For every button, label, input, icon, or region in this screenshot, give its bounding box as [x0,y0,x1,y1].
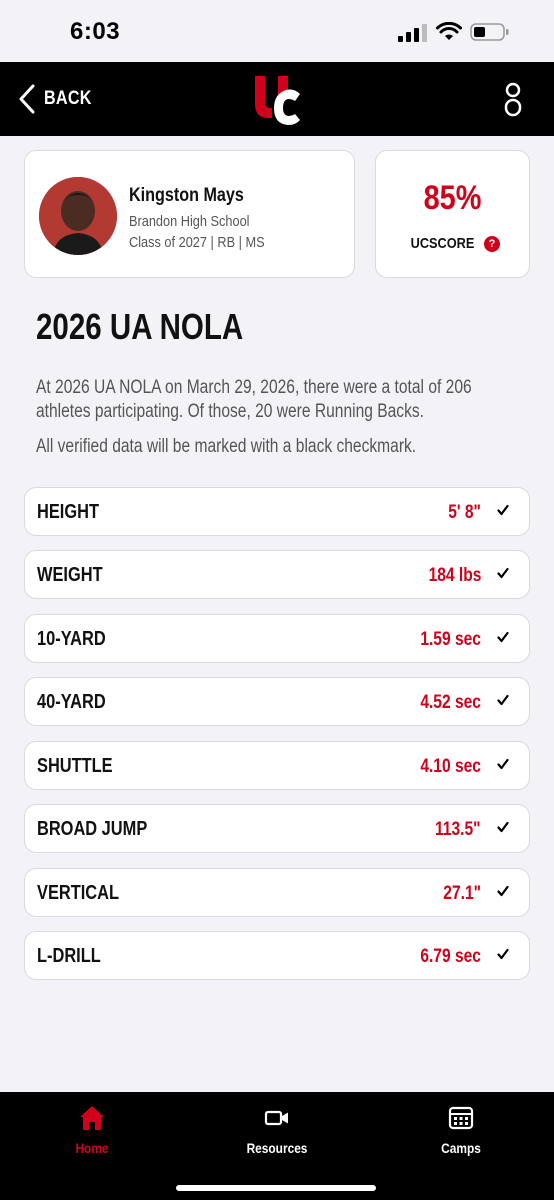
athlete-school: Brandon High School [129,213,250,230]
checkmark-icon [497,504,509,516]
wifi-icon [436,22,462,40]
metric-value: 4.10 sec [420,756,481,777]
nav-item-home[interactable]: Home [37,1104,147,1156]
calendar-icon [448,1106,474,1130]
metric-row-weight[interactable]: WEIGHT 184 lbs [24,550,530,599]
metric-row-vertical[interactable]: VERTICAL 27.1" [24,868,530,917]
metric-value: 184 lbs [428,565,481,586]
verified-note: All verified data will be marked with a … [36,436,417,457]
athlete-info: Kingston Mays Brandon High School Class … [129,185,289,251]
metric-row-shuttle[interactable]: SHUTTLE 4.10 sec [24,741,530,790]
nav-label-resources: Resources [246,1140,308,1156]
checkmark-icon [497,758,509,770]
metric-label: 10-YARD [37,628,106,650]
status-bar: 6:03 [0,0,554,62]
athlete-avatar [39,177,117,255]
back-label: BACK [44,88,92,109]
status-time: 6:03 [70,18,121,45]
event-description: At 2026 UA NOLA on March 29, 2026, there… [36,377,472,422]
athlete-class-details: Class of 2027 | RB | MS [129,234,265,251]
checkmark-icon [497,948,509,960]
metric-row-height[interactable]: HEIGHT 5' 8" [24,487,530,536]
metric-label: L-DRILL [37,945,101,967]
nav-label-camps: Camps [441,1140,481,1156]
ucscore-label: UCSCORE [410,235,475,252]
nav-item-resources[interactable]: Resources [222,1104,332,1156]
ucscore-value: 85% [423,179,482,217]
home-indicator[interactable] [176,1185,376,1191]
metric-label: BROAD JUMP [37,818,148,840]
athlete-name: Kingston Mays [129,185,244,206]
nav-item-camps[interactable]: Camps [406,1104,516,1156]
cellular-signal-icon [398,24,428,42]
checkmark-icon [497,821,509,833]
athlete-profile-card: Kingston Mays Brandon High School Class … [24,150,355,278]
event-title: 2026 UA NOLA [36,306,244,347]
metric-value: 113.5" [435,819,481,840]
chevron-left-icon [19,84,35,114]
bottom-nav: Home Resources Camps [0,1092,554,1200]
ucscore-card: 85% UCSCORE ? [375,150,530,278]
metric-row-broad-jump[interactable]: BROAD JUMP 113.5" [24,804,530,853]
metric-value: 27.1" [443,883,481,904]
app-header: BACK [0,62,554,136]
battery-icon [470,23,509,41]
checkmark-icon [497,567,509,579]
metric-value: 4.52 sec [420,692,481,713]
checkmark-icon [497,885,509,897]
home-icon [80,1106,104,1130]
metric-row-l-drill[interactable]: L-DRILL 6.79 sec [24,931,530,980]
video-icon [264,1110,288,1126]
metric-value: 1.59 sec [420,629,481,650]
metric-value: 6.79 sec [420,946,481,967]
back-button[interactable]: BACK [18,82,100,116]
user-icon[interactable] [500,80,526,118]
checkmark-icon [497,631,509,643]
metric-value: 5' 8" [448,502,481,523]
metric-label: VERTICAL [37,882,119,904]
nav-label-home: Home [75,1140,109,1156]
checkmark-icon [497,694,509,706]
ucscore-label-row: UCSCORE ? [376,235,529,252]
metric-label: HEIGHT [37,501,99,523]
metric-row-10-yard[interactable]: 10-YARD 1.59 sec [24,614,530,663]
uc-logo-icon [255,76,300,125]
metric-label: SHUTTLE [37,755,113,777]
help-icon[interactable]: ? [484,235,500,252]
metric-label: 40-YARD [37,691,106,713]
metric-label: WEIGHT [37,564,103,586]
metric-row-40-yard[interactable]: 40-YARD 4.52 sec [24,677,530,726]
